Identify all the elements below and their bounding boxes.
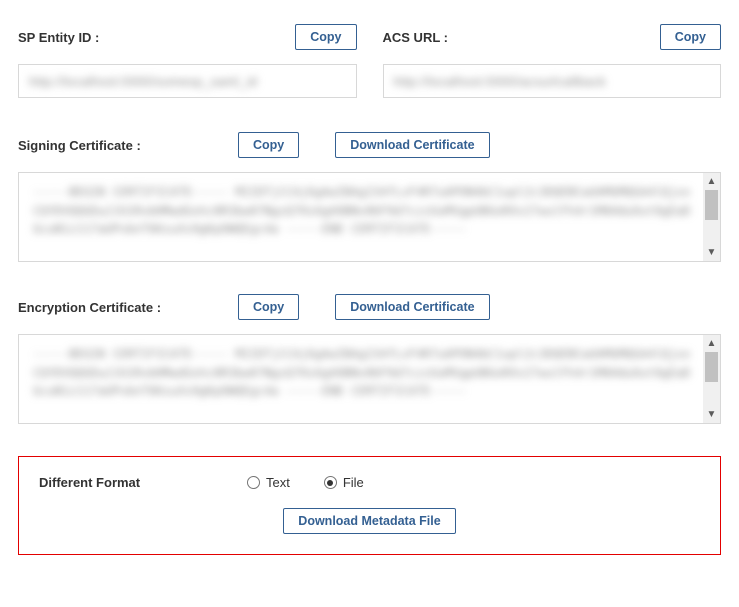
format-text-label: Text xyxy=(266,475,290,490)
scrollbar[interactable]: ▲ ▼ xyxy=(703,173,720,261)
scrollbar[interactable]: ▲ ▼ xyxy=(703,335,720,423)
scroll-down-icon[interactable]: ▼ xyxy=(703,406,720,423)
scroll-up-icon[interactable]: ▲ xyxy=(703,173,720,190)
encryption-cert-copy-button[interactable]: Copy xyxy=(238,294,299,320)
acs-url-copy-button[interactable]: Copy xyxy=(660,24,721,50)
different-format-section: Different Format Text File Download Meta… xyxy=(18,456,721,555)
scroll-down-icon[interactable]: ▼ xyxy=(703,244,720,261)
acs-url-label: ACS URL : xyxy=(383,30,448,45)
sp-entity-id-label: SP Entity ID : xyxy=(18,30,99,45)
encryption-cert-download-button[interactable]: Download Certificate xyxy=(335,294,489,320)
acs-url-field[interactable]: http://localhost:0000/acsurlcallback xyxy=(383,64,722,98)
sp-entity-id-field[interactable]: http://localhost:0000/somesp_saml_id xyxy=(18,64,357,98)
signing-cert-label: Signing Certificate : xyxy=(18,138,218,153)
radio-icon xyxy=(247,476,260,489)
signing-cert-copy-button[interactable]: Copy xyxy=(238,132,299,158)
sp-entity-id-value: http://localhost:0000/somesp_saml_id xyxy=(29,74,257,89)
different-format-label: Different Format xyxy=(39,475,209,490)
signing-cert-value: -----BEGIN CERTIFICATE----- MIIDTjCCAj6g… xyxy=(33,183,694,239)
download-metadata-button[interactable]: Download Metadata File xyxy=(283,508,455,534)
sp-entity-copy-button[interactable]: Copy xyxy=(295,24,356,50)
scroll-up-icon[interactable]: ▲ xyxy=(703,335,720,352)
format-file-radio[interactable]: File xyxy=(324,475,364,490)
scroll-thumb[interactable] xyxy=(705,190,718,220)
encryption-cert-field[interactable]: -----BEGIN CERTIFICATE----- MIIDTjCCAj6g… xyxy=(18,334,721,424)
format-file-label: File xyxy=(343,475,364,490)
encryption-cert-value: -----BEGIN CERTIFICATE----- MIIDTjCCAj6g… xyxy=(33,345,694,401)
radio-icon xyxy=(324,476,337,489)
acs-url-value: http://localhost:0000/acsurlcallback xyxy=(394,74,606,89)
scroll-thumb[interactable] xyxy=(705,352,718,382)
format-text-radio[interactable]: Text xyxy=(247,475,290,490)
signing-cert-field[interactable]: -----BEGIN CERTIFICATE----- MIIDTjCCAj6g… xyxy=(18,172,721,262)
encryption-cert-label: Encryption Certificate : xyxy=(18,300,218,315)
signing-cert-download-button[interactable]: Download Certificate xyxy=(335,132,489,158)
